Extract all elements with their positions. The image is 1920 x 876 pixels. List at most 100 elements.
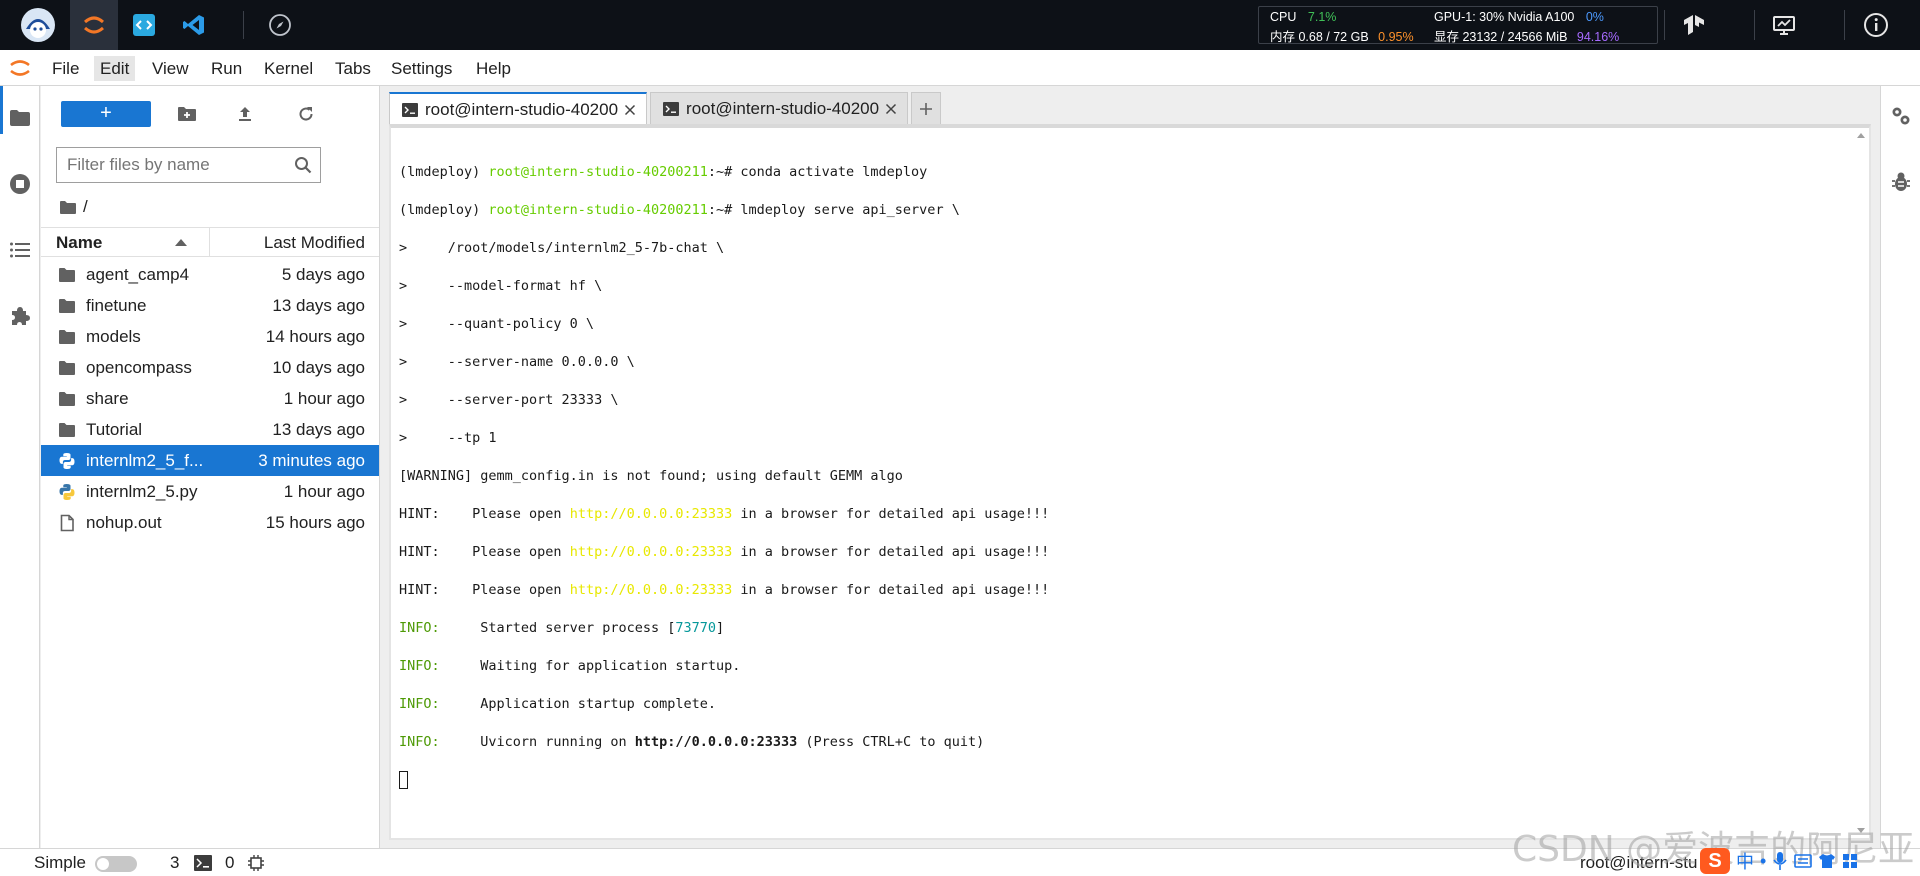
menu-view[interactable]: View <box>146 56 195 81</box>
terminal-line: > --server-port 23333 \ <box>399 392 619 408</box>
list-item[interactable]: internlm2_5_f... 3 minutes ago <box>41 445 379 476</box>
column-divider[interactable] <box>209 228 210 256</box>
list-item[interactable]: finetune 13 days ago <box>41 290 379 321</box>
cpu-value: 7.1% <box>1307 10 1337 24</box>
keyboard-icon[interactable] <box>1794 853 1813 869</box>
menu-tabs[interactable]: Tabs <box>329 56 377 81</box>
menu-help[interactable]: Help <box>470 56 517 81</box>
hint-prefix: HINT: Please open <box>399 506 570 522</box>
new-launcher-button[interactable]: + <box>61 101 151 127</box>
list-item[interactable]: opencompass 10 days ago <box>41 352 379 383</box>
hint-url[interactable]: http://0.0.0.0:23333 <box>570 544 733 560</box>
tab-terminal-2[interactable]: root@intern-studio-40200 <box>650 92 909 124</box>
python-file-icon <box>59 453 75 469</box>
upload-icon[interactable] <box>233 102 257 126</box>
gpu-percent: 0% <box>1585 10 1604 24</box>
sogou-icon[interactable]: S <box>1700 848 1730 874</box>
add-tab-button[interactable] <box>911 92 942 124</box>
sort-ascending-icon[interactable] <box>175 239 187 246</box>
folder-icon[interactable] <box>8 106 32 130</box>
list-item[interactable]: Tutorial 13 days ago <box>41 414 379 445</box>
monitor-icon[interactable] <box>1760 0 1808 50</box>
list-item[interactable]: nohup.out 15 hours ago <box>41 507 379 538</box>
toc-icon[interactable] <box>8 238 32 262</box>
list-item[interactable]: models 14 hours ago <box>41 321 379 352</box>
column-name[interactable]: Name <box>56 233 102 253</box>
jupyter-icon[interactable] <box>70 0 118 50</box>
menu-edit[interactable]: Edit <box>94 56 136 81</box>
simple-mode-label: Simple <box>34 853 86 872</box>
hint-prefix: HINT: Please open <box>399 544 570 560</box>
file-browser: + / Name Last Modified agent_camp4 5 day… <box>41 86 380 848</box>
file-icon <box>60 514 74 532</box>
column-last-modified[interactable]: Last Modified <box>264 233 365 253</box>
microphone-icon[interactable] <box>1772 851 1788 871</box>
info-text: Waiting for application startup. <box>439 658 741 674</box>
prompt-user: root@intern-studio-40200211 <box>488 164 708 180</box>
simple-mode-toggle[interactable] <box>95 856 137 872</box>
terminal-line: > --model-format hf \ <box>399 278 603 294</box>
menu-file[interactable]: File <box>46 56 85 81</box>
tab-terminal-1[interactable]: root@intern-studio-40200 <box>389 92 648 125</box>
gpu-label: GPU-1: 30% Nvidia A100 <box>1434 10 1575 24</box>
terminal-line: INFO: Started server process [73770] <box>399 619 1049 638</box>
terminal-icon[interactable] <box>194 855 212 871</box>
input-language[interactable]: 中 <box>1736 848 1754 874</box>
new-folder-icon[interactable] <box>175 102 199 126</box>
breadcrumb[interactable]: / <box>59 196 88 218</box>
terminal-scrollbar[interactable] <box>1853 128 1869 838</box>
intern-studio-logo-icon[interactable] <box>14 0 62 50</box>
terminal-line: > --server-name 0.0.0.0 \ <box>399 354 635 370</box>
punctuation-icon[interactable]: • <box>1760 851 1766 872</box>
uvicorn-url[interactable]: http://0.0.0.0:23333 <box>635 734 798 750</box>
folder-icon <box>59 392 75 406</box>
info-label: INFO: <box>399 734 440 750</box>
terminal-line <box>399 771 1049 790</box>
kernel-icon[interactable] <box>247 854 265 872</box>
terminal-line: > /root/models/internlm2_5-7b-chat \ <box>399 240 725 256</box>
vscode-icon[interactable] <box>170 0 218 50</box>
jupyter-logo-icon <box>8 57 32 79</box>
hint-url[interactable]: http://0.0.0.0:23333 <box>570 582 733 598</box>
vram-percent: 94.16% <box>1576 30 1620 44</box>
kernel-count[interactable]: 0 <box>225 853 234 873</box>
refresh-icon[interactable] <box>294 102 318 126</box>
running-icon[interactable] <box>8 172 32 196</box>
code-icon[interactable] <box>120 0 168 50</box>
tensorflow-icon[interactable] <box>1670 0 1718 50</box>
menu-run[interactable]: Run <box>205 56 248 81</box>
close-icon[interactable] <box>622 102 638 118</box>
memory-percent: 0.95% <box>1378 30 1414 44</box>
terminal-panel[interactable]: (lmdeploy) root@intern-studio-40200211:~… <box>389 124 1871 840</box>
resource-monitor: CPU 7.1% 内存 0.68 / 72 GB 0.95% GPU-1: 30… <box>1258 6 1658 44</box>
property-inspector-icon[interactable] <box>1889 104 1913 128</box>
compass-icon[interactable] <box>256 0 304 50</box>
file-name: agent_camp4 <box>86 265 190 284</box>
info-icon[interactable] <box>1852 0 1900 50</box>
list-item[interactable]: agent_camp4 5 days ago <box>41 259 379 290</box>
terminal-count[interactable]: 3 <box>170 853 179 873</box>
hint-url[interactable]: http://0.0.0.0:23333 <box>570 506 733 522</box>
separator <box>243 11 244 39</box>
list-item[interactable]: share 1 hour ago <box>41 383 379 414</box>
debugger-icon[interactable] <box>1889 170 1913 194</box>
close-icon[interactable] <box>883 101 899 117</box>
menu-settings[interactable]: Settings <box>385 56 458 81</box>
menu-kernel[interactable]: Kernel <box>258 56 319 81</box>
terminal-line: > --tp 1 <box>399 430 497 446</box>
toolbox-icon[interactable] <box>1842 853 1858 869</box>
breadcrumb-root[interactable]: / <box>83 197 88 217</box>
separator <box>1844 10 1845 40</box>
extension-icon[interactable] <box>8 304 32 328</box>
filter-input[interactable] <box>57 148 282 182</box>
info-text: ] <box>715 620 725 636</box>
system-tray: S 中 • <box>1700 846 1858 876</box>
skin-icon[interactable] <box>1818 853 1836 869</box>
menu-bar: File Edit View Run Kernel Tabs Settings … <box>0 50 1920 86</box>
command: conda activate lmdeploy <box>740 164 928 180</box>
top-bar: CPU 7.1% 内存 0.68 / 72 GB 0.95% GPU-1: 30… <box>0 0 1920 50</box>
list-item[interactable]: internlm2_5.py 1 hour ago <box>41 476 379 507</box>
scroll-up-icon[interactable] <box>1857 133 1865 138</box>
info-label: INFO: <box>399 620 440 636</box>
file-modified: 10 days ago <box>272 358 365 377</box>
